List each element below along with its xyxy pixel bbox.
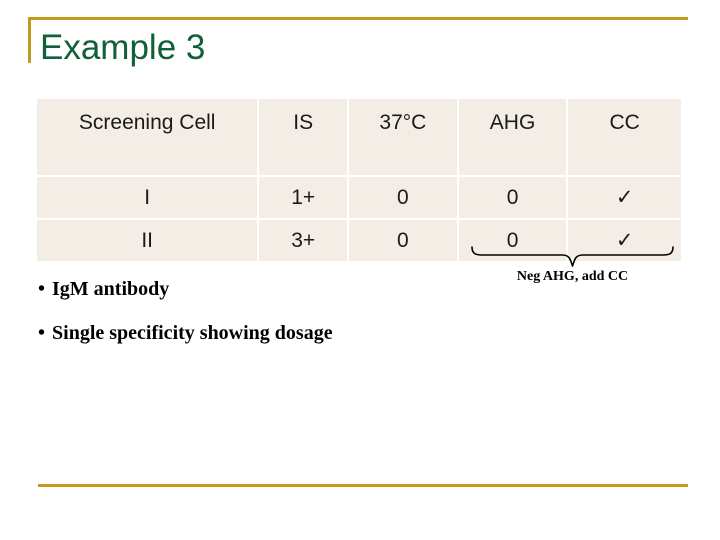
bullet-item: • IgM antibody bbox=[38, 278, 169, 301]
column-header-37c: 37°C bbox=[349, 99, 457, 175]
left-gold-stub bbox=[28, 17, 31, 63]
bullet-marker-icon: • bbox=[38, 278, 46, 300]
table-row: I 1+ 0 0 ✓ bbox=[37, 177, 681, 218]
brace-annotation-label: Neg AHG, add CC bbox=[516, 269, 629, 284]
cell-is: 1+ bbox=[259, 177, 348, 218]
slide-canvas: Example 3 Screening Cell IS 37°C AHG CC … bbox=[0, 0, 720, 540]
table-header-row: Screening Cell IS 37°C AHG CC bbox=[37, 99, 681, 175]
screening-results-table: Screening Cell IS 37°C AHG CC I 1+ 0 0 ✓… bbox=[35, 97, 683, 263]
checkmark-icon: ✓ bbox=[568, 177, 681, 218]
column-header-is: IS bbox=[259, 99, 348, 175]
bullet-text: Single specificity showing dosage bbox=[52, 322, 333, 344]
curly-brace-icon bbox=[470, 246, 675, 268]
cell-is: 3+ bbox=[259, 220, 348, 261]
cell-37c: 0 bbox=[349, 177, 457, 218]
bullet-text: IgM antibody bbox=[52, 278, 170, 300]
bullet-item: • Single specificity showing dosage bbox=[38, 322, 333, 345]
column-header-cc: CC bbox=[568, 99, 681, 175]
bottom-gold-rule bbox=[38, 484, 688, 487]
cell-screening-cell: II bbox=[37, 220, 258, 261]
top-gold-rule bbox=[28, 17, 688, 20]
column-header-screening-cell: Screening Cell bbox=[37, 99, 258, 175]
cell-ahg: 0 bbox=[458, 177, 567, 218]
cell-screening-cell: I bbox=[37, 177, 258, 218]
column-header-ahg: AHG bbox=[458, 99, 567, 175]
cell-37c: 0 bbox=[349, 220, 457, 261]
bullet-marker-icon: • bbox=[38, 322, 46, 344]
page-title: Example 3 bbox=[40, 28, 206, 67]
